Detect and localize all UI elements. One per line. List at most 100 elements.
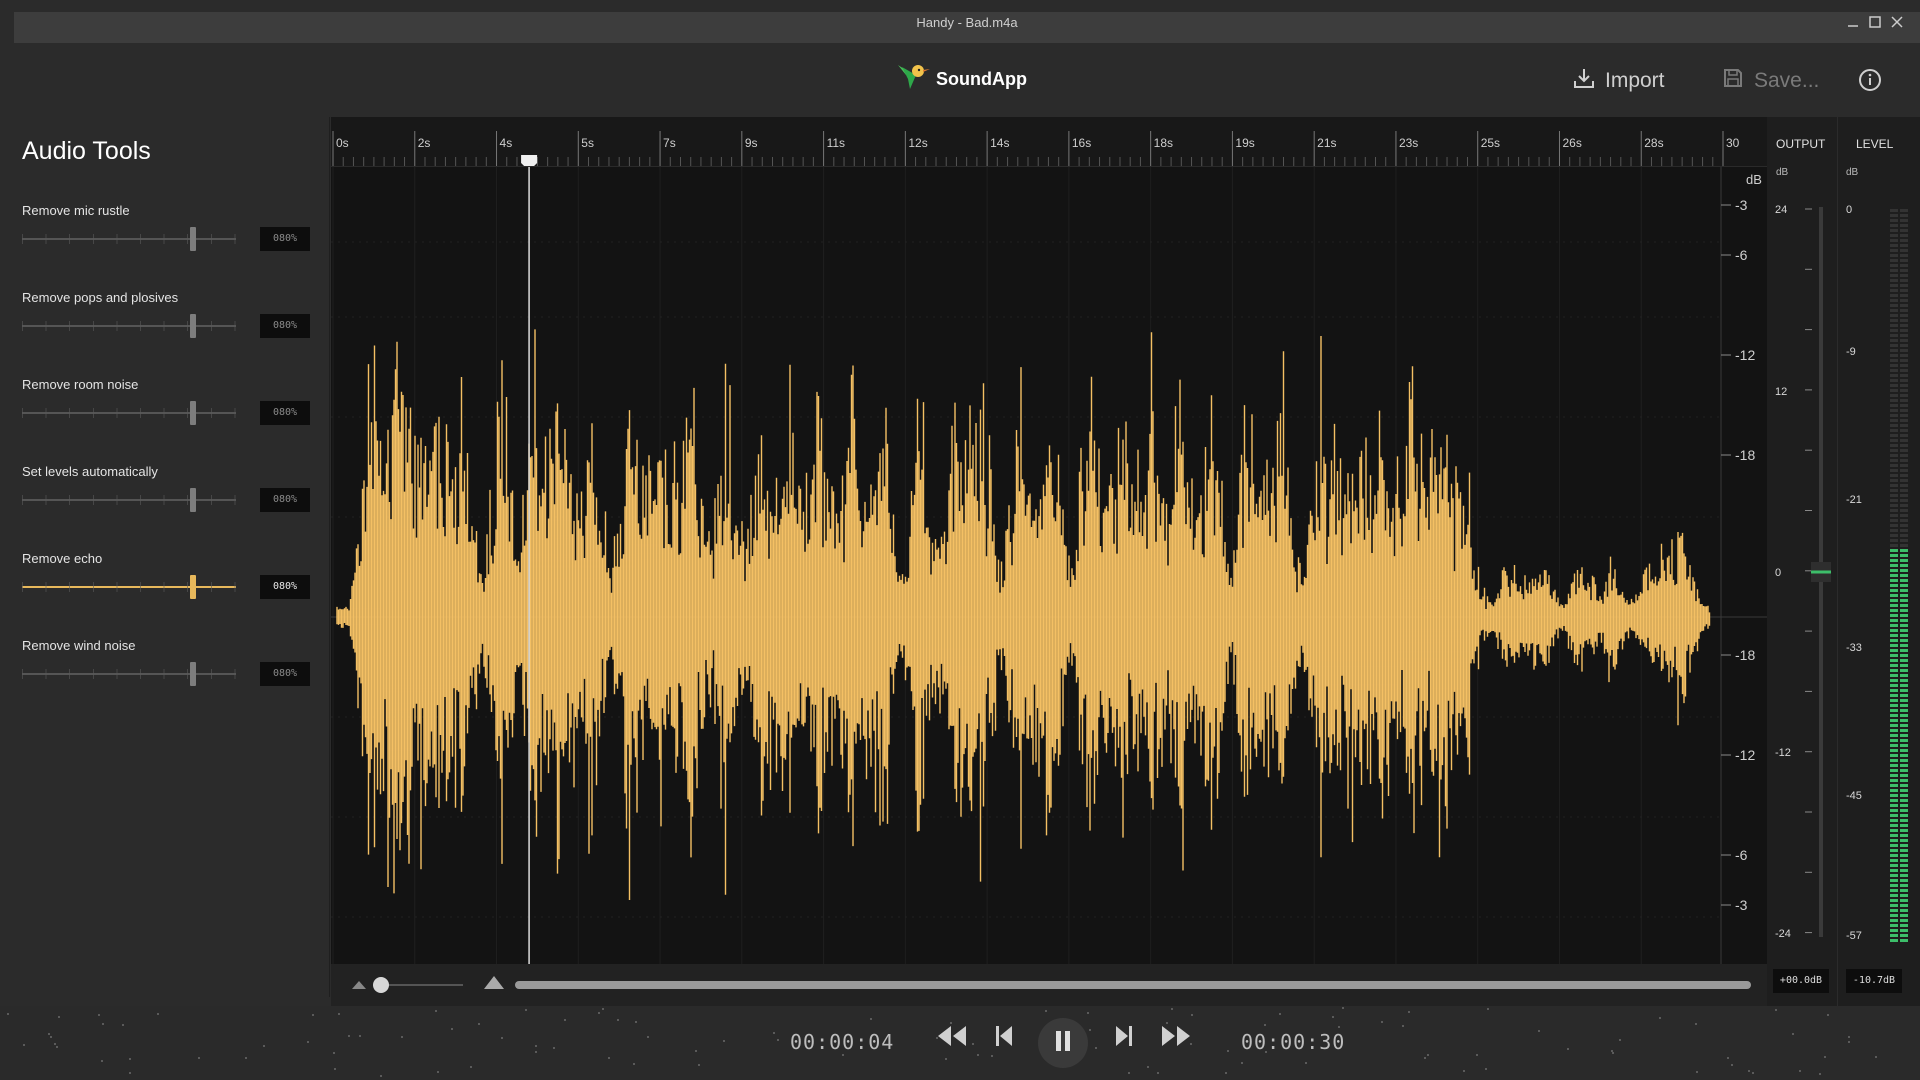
total-time: 00:00:30 [1241,1030,1346,1054]
app-logo: SoundApp [896,61,1027,98]
rewind-button[interactable] [936,1024,968,1053]
level-segment [1890,784,1898,787]
tool-slider[interactable] [22,401,236,425]
level-segment [1890,484,1898,487]
ruler-label: 26s [1562,136,1581,150]
close-icon[interactable] [1890,14,1904,30]
time-ruler[interactable]: 0s 2s 4s 5s 7s 9s 11s 12s 14s 16s 18s 19s 21s 23s 25s 2… [331,117,1767,167]
waveform-canvas[interactable]: dB -3 -6 -12 -18 -18 -12 -6 -3 [331,167,1767,964]
background-dot [129,1072,131,1074]
background-dot [723,1040,725,1042]
level-segment [1890,889,1898,892]
background-dot [7,1013,9,1015]
skip-back-button[interactable] [994,1024,1014,1053]
pause-button[interactable] [1038,1018,1088,1068]
level-segment [1900,654,1908,657]
tool-slider[interactable] [22,575,236,599]
background-dot [1487,1008,1489,1010]
tool-label: Set levels automatically [22,464,158,479]
waveform-area[interactable]: 0s 2s 4s 5s 7s 9s 11s 12s 14s 16s 18s 19s 21s 23s 25s 2… [331,117,1767,964]
slider-knob[interactable] [190,662,196,686]
level-segment [1890,899,1898,902]
slider-knob[interactable] [190,401,196,425]
level-scale-label: 0 [1846,204,1852,216]
tool-value[interactable]: 080% [260,575,310,599]
level-segment [1890,384,1898,387]
background-dot [564,1019,566,1021]
level-segment [1900,749,1908,752]
level-segment [1890,354,1898,357]
audio-waveform[interactable] [336,329,1711,900]
maximize-icon[interactable] [1868,14,1882,30]
tool-value[interactable]: 080% [260,227,310,251]
playhead-handle[interactable] [521,155,538,167]
zoom-slider[interactable] [373,977,463,993]
background-dot [1848,1036,1850,1038]
level-segment [1890,474,1898,477]
background-dot [1408,1011,1410,1013]
info-button[interactable] [1858,68,1882,98]
ruler-label: 2s [418,136,431,150]
tool-value[interactable]: 080% [260,401,310,425]
level-segment [1900,509,1908,512]
level-segment [1900,434,1908,437]
level-segment [1900,769,1908,772]
fast-forward-button[interactable] [1160,1024,1192,1053]
zoom-out-icon[interactable] [351,977,367,995]
level-segment [1890,584,1898,587]
level-segment [1890,574,1898,577]
db-label: -18 [1735,647,1755,663]
background-dot [777,1039,779,1041]
db-unit-label: dB [1746,172,1762,187]
level-segment [1900,259,1908,262]
horizontal-scrollbar[interactable] [515,981,1751,989]
tool-value[interactable]: 080% [260,488,310,512]
import-button[interactable]: Import [1573,67,1665,95]
level-segment [1890,764,1898,767]
background-dot [263,1045,265,1047]
level-segment [1890,339,1898,342]
level-segment [1900,299,1908,302]
tool-slider[interactable] [22,227,236,251]
level-segment [1900,439,1908,442]
background-dot [945,1058,947,1060]
tool-slider[interactable] [22,488,236,512]
skip-forward-button[interactable] [1114,1024,1134,1053]
fast-forward-icon [1160,1024,1192,1053]
level-segment [1900,414,1908,417]
zoom-slider-knob[interactable] [373,977,389,993]
level-segment [1890,724,1898,727]
level-segment [1900,874,1908,877]
background-dot [1476,1054,1478,1056]
level-segment [1890,424,1898,427]
minimize-icon[interactable] [1846,14,1860,30]
level-segment [1890,279,1898,282]
level-segment [1900,584,1908,587]
tool-slider[interactable] [22,662,236,686]
slider-knob[interactable] [190,575,196,599]
level-segment [1890,299,1898,302]
slider-knob[interactable] [190,227,196,251]
ruler-label: 30 [1726,136,1740,150]
level-segment [1900,549,1908,552]
level-segment [1890,394,1898,397]
slider-knob[interactable] [190,314,196,338]
level-segment [1900,349,1908,352]
level-segment [1900,239,1908,242]
zoom-in-icon[interactable] [483,974,505,995]
slider-knob[interactable] [190,488,196,512]
tool-value[interactable]: 080% [260,314,310,338]
output-gain-slider[interactable]: 24 12 0 -12 -24 [1767,117,1837,957]
level-segment [1890,799,1898,802]
background-dot [1381,1021,1383,1023]
tool-value[interactable]: 080% [260,662,310,686]
save-button[interactable]: Save... [1722,67,1819,95]
level-segment [1900,594,1908,597]
tool-slider[interactable] [22,314,236,338]
window-title: Handy - Bad.m4a [916,15,1018,30]
level-segment [1890,654,1898,657]
background-dot [401,1036,403,1038]
background-dot [535,1045,537,1047]
ruler-label: 0s [336,136,349,150]
level-segment [1900,704,1908,707]
